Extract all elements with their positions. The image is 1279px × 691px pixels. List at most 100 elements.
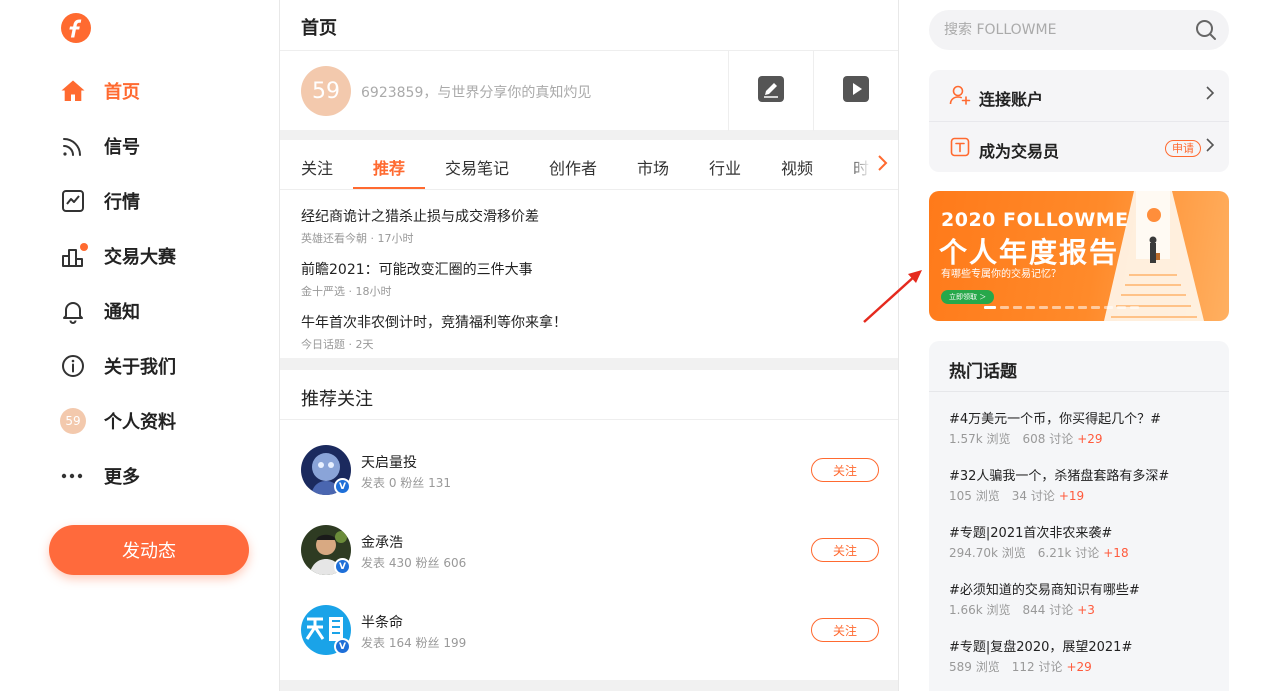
sidebar-item-home[interactable]: 首页 xyxy=(60,74,140,108)
topic-title[interactable]: #必须知道的交易商知识有哪些# xyxy=(949,579,1140,598)
user-name[interactable]: 金承浩 xyxy=(361,532,403,552)
sidebar-item-label: 个人资料 xyxy=(104,412,176,433)
search-icon[interactable] xyxy=(1195,19,1217,41)
divider xyxy=(929,391,1229,392)
topic-meta: 105 浏览 34 讨论 +19 xyxy=(949,489,1085,503)
tab-video[interactable]: 视频 xyxy=(781,155,813,179)
search-bar xyxy=(929,10,1229,50)
sidebar-item-more[interactable]: 更多 xyxy=(60,459,140,493)
feed-tabs: 关注 推荐 交易笔记 创作者 市场 行业 视频 时 xyxy=(280,140,898,190)
page-header: 首页 xyxy=(280,0,898,50)
topic-title[interactable]: #4万美元一个币，你买得起几个？# xyxy=(949,408,1161,427)
list-item[interactable]: #4万美元一个币，你买得起几个？# 1.57k 浏览 608 讨论 +29 xyxy=(949,408,1161,447)
user-name[interactable]: 半条命 xyxy=(361,612,403,632)
more-icon xyxy=(60,463,86,489)
rss-icon xyxy=(60,133,86,159)
annual-report-banner[interactable]: 2020 FOLLOWME 个人年度报告 有哪些专属你的交易记忆？ 立即领取 ＞ xyxy=(929,191,1229,321)
hot-topics-card: 热门话题 #4万美元一个币，你买得起几个？# 1.57k 浏览 608 讨论 +29… xyxy=(929,341,1229,691)
page-title: 首页 xyxy=(301,18,337,39)
sidebar-item-notifications[interactable]: 通知 xyxy=(60,294,140,328)
article-title[interactable]: 前瞻2021：可能改变汇圈的三件大事 xyxy=(301,259,533,279)
sidebar-item-label: 更多 xyxy=(104,467,140,488)
edit-icon xyxy=(757,75,785,107)
section-title: 推荐关注 xyxy=(301,389,373,410)
user-plus-icon xyxy=(949,84,971,106)
list-item[interactable]: #专题|2021首次非农来袭# 294.70k 浏览 6.21k 讨论 +18 xyxy=(949,522,1129,561)
list-item[interactable]: 前瞻2021：可能改变汇圈的三件大事 金十严选 · 18小时 xyxy=(301,259,533,299)
divider xyxy=(280,419,898,420)
main-feed: 首页 59 6923859，与世界分享你的真知灼见 关注 推荐 交易笔记 创作者… xyxy=(279,0,899,691)
chevron-right-icon xyxy=(1205,137,1215,157)
sidebar-item-signal[interactable]: 信号 xyxy=(60,129,140,163)
trader-badge-icon xyxy=(949,136,971,158)
sidebar-item-market[interactable]: 行情 xyxy=(60,184,140,218)
list-item[interactable]: 牛年首次非农倒计时，竞猜福利等你来拿！ 今日话题 · 2天 xyxy=(301,312,567,352)
tab-following[interactable]: 关注 xyxy=(301,155,333,179)
bell-icon xyxy=(60,298,86,324)
topic-title[interactable]: #32人骗我一个，杀猪盘套路有多深# xyxy=(949,465,1169,484)
user-stats: 发表 164 粉丝 199 xyxy=(361,636,467,650)
connect-account-link[interactable]: 连接账户 xyxy=(929,70,1229,121)
list-item[interactable]: #必须知道的交易商知识有哪些# 1.66k 浏览 844 讨论 +3 xyxy=(949,579,1140,618)
become-trader-link[interactable]: 成为交易员 申请 xyxy=(929,122,1229,173)
sidebar-item-label: 交易大赛 xyxy=(104,247,176,268)
topic-title[interactable]: #专题|2021首次非农来袭# xyxy=(949,522,1129,541)
sidebar-item-label: 通知 xyxy=(104,302,140,323)
search-input[interactable] xyxy=(944,20,1184,40)
avatar[interactable]: 59 xyxy=(301,66,351,116)
banner-cta-button[interactable]: 立即领取 ＞ xyxy=(941,290,995,304)
user-name[interactable]: 天启量投 xyxy=(361,452,417,472)
chart-icon xyxy=(60,188,86,214)
chevron-right-icon[interactable] xyxy=(876,153,888,178)
tab-markets[interactable]: 市场 xyxy=(637,155,669,179)
article-title[interactable]: 牛年首次非农倒计时，竞猜福利等你来拿！ xyxy=(301,312,567,332)
avatar-icon: 59 xyxy=(60,408,86,434)
carousel-dots[interactable] xyxy=(984,306,1139,309)
topic-meta: 1.57k 浏览 608 讨论 +29 xyxy=(949,432,1103,446)
list-item[interactable]: #32人骗我一个，杀猪盘套路有多深# 105 浏览 34 讨论 +19 xyxy=(949,465,1169,504)
tab-trading-notes[interactable]: 交易笔记 xyxy=(445,155,509,179)
post-video-button[interactable] xyxy=(813,51,898,131)
list-item: V 天启量投 发表 0 粉丝 131 关注 xyxy=(301,445,879,497)
section-title: 热门话题 xyxy=(949,362,1017,382)
sidebar-item-profile[interactable]: 59 个人资料 xyxy=(60,404,176,438)
article-meta: 金十严选 · 18小时 xyxy=(301,285,392,298)
user-stats: 发表 430 粉丝 606 xyxy=(361,556,467,570)
sidebar-item-about[interactable]: 关于我们 xyxy=(60,349,176,383)
tabs-fade xyxy=(848,140,898,189)
article-meta: 今日话题 · 2天 xyxy=(301,338,374,351)
sidebar-item-label: 行情 xyxy=(104,192,140,213)
verified-badge-icon: V xyxy=(334,638,351,655)
list-item: V 金承浩 发表 430 粉丝 606 关注 xyxy=(301,525,879,577)
tab-industry[interactable]: 行业 xyxy=(709,155,741,179)
connect-account-label: 连接账户 xyxy=(979,90,1044,109)
post-status-button[interactable]: 发动态 xyxy=(49,525,249,575)
avatar: 59 xyxy=(60,408,86,434)
list-item: V 半条命 发表 164 粉丝 199 关注 xyxy=(301,605,879,657)
follow-button[interactable]: 关注 xyxy=(811,538,879,562)
article-title[interactable]: 经纪商诡计之猎杀止损与成交滑移价差 xyxy=(301,206,539,226)
account-card: 连接账户 成为交易员 申请 xyxy=(929,70,1229,172)
topic-title[interactable]: #专题|复盘2020，展望2021# xyxy=(949,636,1132,655)
sidebar-item-contest[interactable]: 交易大赛 xyxy=(60,239,176,273)
tab-creators[interactable]: 创作者 xyxy=(549,155,597,179)
follow-button[interactable]: 关注 xyxy=(811,458,879,482)
list-item[interactable]: 经纪商诡计之猎杀止损与成交滑移价差 英雄还看今朝 · 17小时 xyxy=(301,206,539,246)
follow-button[interactable]: 关注 xyxy=(811,618,879,642)
app-root: 首页 信号 行情 交易大赛 通知 关于我们 59 个人资料 更多 发动态 首页 … xyxy=(0,0,1279,691)
followme-logo-icon[interactable] xyxy=(60,12,92,44)
sidebar-item-label: 首页 xyxy=(104,82,140,103)
feed-section: 关注 推荐 交易笔记 创作者 市场 行业 视频 时 经纪商诡计之猎杀止损与成交滑… xyxy=(280,140,898,358)
active-tab-indicator xyxy=(353,187,425,189)
write-article-button[interactable] xyxy=(728,51,813,131)
home-icon xyxy=(60,78,86,104)
topic-meta: 589 浏览 112 讨论 +29 xyxy=(949,660,1092,674)
composer-input[interactable]: 6923859，与世界分享你的真知灼见 xyxy=(361,82,591,102)
recommended-follow-section: 推荐关注 V 天启量投 发表 0 粉丝 131 关注 V 金承浩 发表 430 … xyxy=(280,370,898,680)
left-sidebar: 首页 信号 行情 交易大赛 通知 关于我们 59 个人资料 更多 发动态 xyxy=(0,0,279,691)
chevron-right-icon xyxy=(1205,85,1215,105)
tab-recommended[interactable]: 推荐 xyxy=(373,155,405,179)
apply-badge[interactable]: 申请 xyxy=(1165,140,1201,157)
list-item[interactable]: #专题|复盘2020，展望2021# 589 浏览 112 讨论 +29 xyxy=(949,636,1132,675)
verified-badge-icon: V xyxy=(334,558,351,575)
